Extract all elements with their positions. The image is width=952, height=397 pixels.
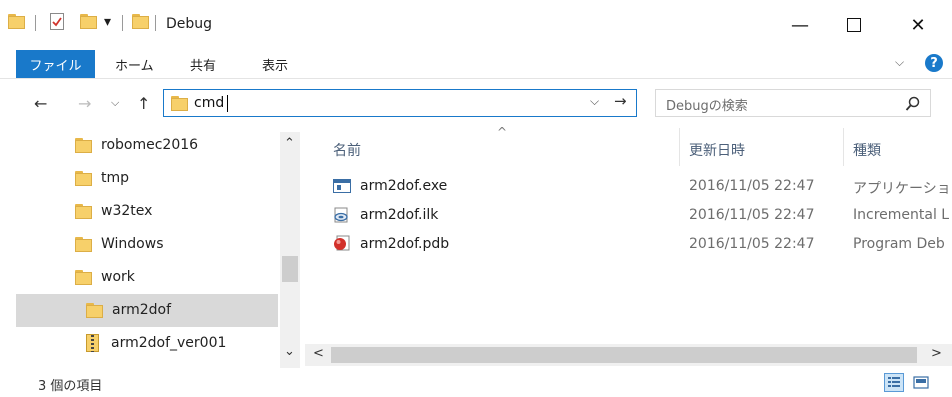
search-box[interactable]: Debugの検索 [655, 89, 931, 117]
close-icon: ✕ [910, 14, 926, 36]
column-divider[interactable] [843, 128, 844, 166]
nav-item-label: Windows [101, 236, 164, 252]
ilk-icon [333, 207, 350, 223]
tab-file[interactable]: ファイル [16, 50, 95, 78]
large-icons-view-icon[interactable] [911, 373, 931, 392]
address-bar[interactable]: cmd ⌵ → [163, 89, 637, 117]
address-dropdown-icon[interactable]: ⌵ [590, 94, 599, 109]
nav-item-label: robomec2016 [101, 137, 199, 153]
file-type: Incremental L [853, 207, 950, 223]
text-caret [227, 95, 228, 112]
file-name: arm2dof.pdb [360, 236, 450, 252]
scroll-right-icon[interactable]: > [931, 346, 942, 361]
nav-item-label: arm2dof_ver001 [111, 335, 227, 351]
folder-icon [75, 138, 92, 153]
nav-item-label: work [101, 269, 135, 285]
tab-view[interactable]: 表示 [262, 55, 288, 74]
nav-item-label: tmp [101, 170, 130, 186]
nav-item-w32tex[interactable]: w32tex [0, 195, 278, 228]
title-separator-2 [155, 15, 156, 31]
nav-item-arm2dof[interactable]: arm2dof [16, 294, 278, 327]
properties-icon[interactable] [50, 13, 64, 30]
address-input[interactable]: cmd [194, 95, 224, 111]
nav-item-windows[interactable]: Windows [0, 228, 278, 261]
folder-icon [75, 171, 92, 186]
minimize-button[interactable]: — [777, 0, 823, 50]
title-bar: ▾ Debug — ✕ [0, 0, 952, 50]
address-folder-icon [171, 96, 188, 111]
file-name: arm2dof.ilk [360, 207, 439, 223]
file-name: arm2dof.exe [360, 178, 448, 194]
tab-home[interactable]: ホーム [115, 55, 154, 74]
up-button[interactable]: ↑ [137, 94, 150, 113]
folder-icon [75, 237, 92, 252]
back-button[interactable]: ← [34, 94, 47, 113]
search-icon[interactable] [905, 96, 921, 112]
window-folder-icon [132, 14, 149, 29]
navigation-pane: robomec2016 tmp w32tex Windows work arm2… [0, 126, 300, 370]
zip-folder-icon [86, 334, 99, 352]
ribbon-tabs: ファイル ホーム 共有 表示 ⌵ ? [0, 50, 952, 79]
new-folder-icon[interactable] [80, 14, 97, 29]
folder-icon [86, 303, 103, 318]
details-view-icon[interactable] [884, 373, 904, 392]
file-type: Program Deb [853, 236, 945, 252]
nav-item-robomec2016[interactable]: robomec2016 [0, 129, 278, 162]
folder-icon [75, 204, 92, 219]
status-item-count: 3 個の項目 [38, 379, 103, 394]
nav-scrollbar[interactable] [280, 132, 300, 368]
ribbon-expand-icon[interactable]: ⌵ [895, 55, 904, 70]
nav-item-work[interactable]: work [0, 261, 278, 294]
minimize-icon: — [791, 14, 809, 36]
pdb-icon [333, 235, 350, 252]
status-bar: 3 個の項目 [0, 370, 952, 397]
file-modified: 2016/11/05 22:47 [689, 178, 815, 194]
title-separator [122, 15, 123, 31]
search-input[interactable]: Debugの検索 [666, 95, 748, 114]
column-divider[interactable] [679, 128, 680, 166]
column-header-type[interactable]: 種類 [853, 140, 881, 160]
nav-item-label: w32tex [101, 203, 153, 219]
file-type: アプリケーション [853, 181, 952, 197]
folder-icon [8, 14, 25, 29]
toolbar-separator [35, 15, 36, 31]
scroll-up-icon[interactable]: ⌃ [284, 136, 295, 151]
nav-item-label: arm2dof [112, 302, 172, 318]
maximize-button[interactable] [831, 0, 877, 50]
file-row-exe[interactable]: arm2dof.exe 2016/11/05 22:47 アプリケーション [330, 173, 952, 201]
file-hscroll-thumb[interactable] [331, 347, 917, 363]
column-header-modified[interactable]: 更新日時 [689, 140, 745, 160]
go-icon[interactable]: → [614, 92, 627, 110]
quick-access-dropdown-icon[interactable]: ▾ [104, 14, 111, 30]
scroll-down-icon[interactable]: ⌄ [284, 344, 295, 359]
recent-locations-button[interactable]: ⌵ [111, 96, 119, 110]
file-modified: 2016/11/05 22:47 [689, 236, 815, 252]
exe-icon [333, 179, 351, 193]
window-title: Debug [166, 16, 213, 32]
file-row-pdb[interactable]: arm2dof.pdb 2016/11/05 22:47 Program Deb [330, 231, 952, 259]
tab-share[interactable]: 共有 [190, 55, 216, 74]
file-modified: 2016/11/05 22:47 [689, 207, 815, 223]
close-button[interactable]: ✕ [895, 0, 941, 50]
forward-button[interactable]: → [78, 94, 91, 113]
folder-icon [75, 270, 92, 285]
help-icon[interactable]: ? [925, 54, 943, 72]
file-row-ilk[interactable]: arm2dof.ilk 2016/11/05 22:47 Incremental… [330, 202, 952, 230]
nav-item-tmp[interactable]: tmp [0, 162, 278, 195]
nav-scroll-thumb[interactable] [282, 256, 298, 282]
nav-item-arm2dof-ver001[interactable]: arm2dof_ver001 [0, 327, 278, 360]
scroll-left-icon[interactable]: < [313, 346, 324, 361]
maximize-icon [847, 18, 861, 32]
sort-indicator-icon: ^ [497, 125, 508, 139]
column-header-name[interactable]: 名前 [333, 140, 361, 160]
